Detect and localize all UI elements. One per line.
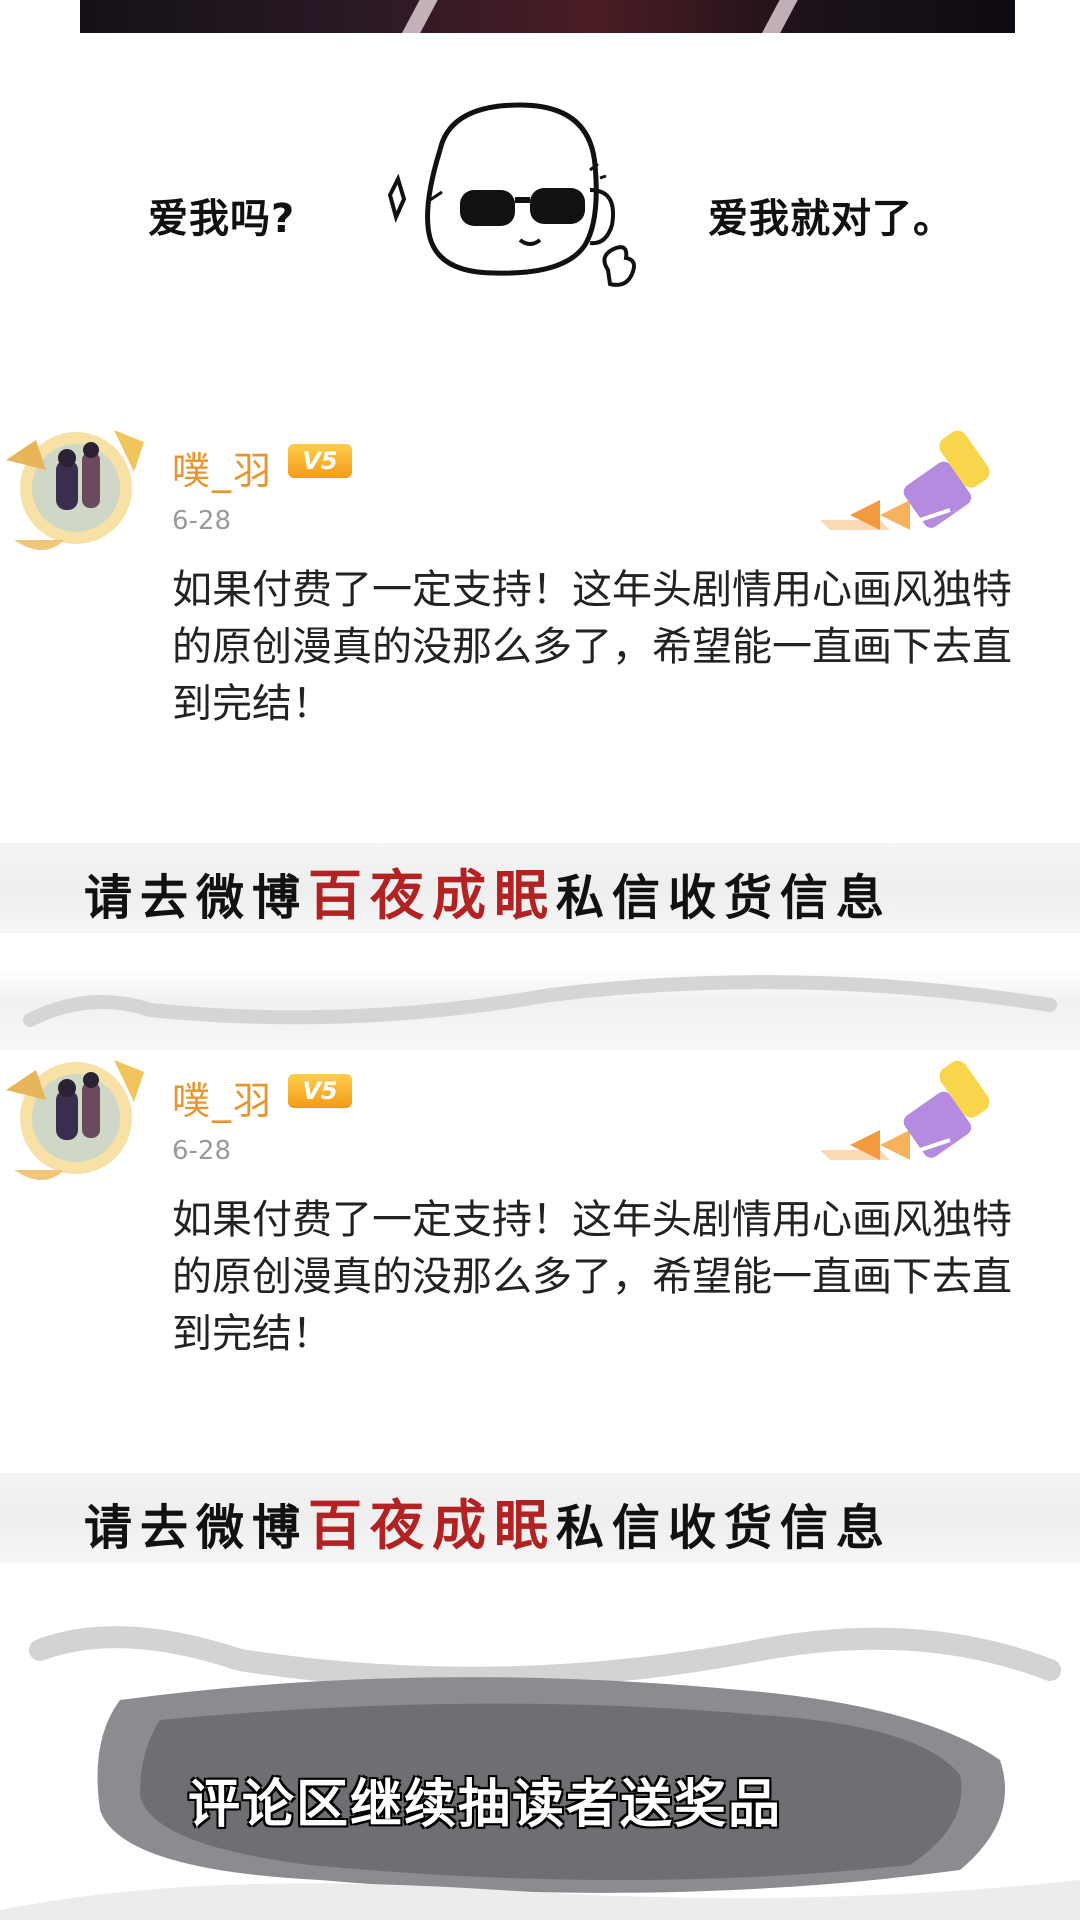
- top-artwork: [80, 0, 1015, 33]
- ink-swirl-icon: [23, 975, 1057, 1027]
- comment-text: 如果付费了一定支持！这年头剧情用心画风独特的原创漫真的没那么多了，希望能一直画下…: [172, 567, 1012, 727]
- banner: 请去微博百夜成眠私信收货信息: [0, 843, 1080, 933]
- paintbrush-icon: [760, 430, 990, 530]
- banner-suffix: 私信收货信息: [556, 1500, 893, 1556]
- banner-suffix: 私信收货信息: [556, 870, 893, 926]
- comment-card: 噗_羽 V5 6-28 如果付费了一定支持！这年头剧情用心画风独特的原创漫真的没…: [0, 420, 1080, 750]
- vip-badge: V5: [288, 444, 352, 478]
- avatar[interactable]: [4, 1050, 154, 1190]
- username[interactable]: 噗_羽: [172, 1070, 273, 1125]
- comment-card: 噗_羽 V5 6-28 如果付费了一定支持！这年头剧情用心画风独特的原创漫真的没…: [0, 1050, 1080, 1380]
- banner-highlight: 百夜成眠: [308, 864, 557, 927]
- banner-prefix: 请去微博: [84, 1500, 309, 1556]
- username[interactable]: 噗_羽: [172, 440, 273, 495]
- ink-brush-divider: [0, 970, 1080, 1050]
- comment-date: 6-28: [172, 506, 232, 536]
- banner-text: 请去微博百夜成眠私信收货信息: [84, 1481, 892, 1560]
- sunglasses-mascot-icon: [387, 102, 636, 287]
- banner-text: 请去微博百夜成眠私信收货信息: [84, 851, 892, 930]
- paintbrush-icon: [760, 1060, 990, 1160]
- banner-prefix: 请去微博: [84, 870, 309, 926]
- mascot-left-text: 爱我吗?: [148, 196, 296, 242]
- mascot-right-text: 爱我就对了。: [708, 196, 954, 242]
- avatar[interactable]: [4, 420, 154, 560]
- banner: 请去微博百夜成眠私信收货信息: [0, 1473, 1080, 1563]
- vip-badge: V5: [288, 1074, 352, 1108]
- comment-date: 6-28: [172, 1136, 232, 1166]
- footer-prize-text: 评论区继续抽读者送奖品: [188, 1775, 783, 1835]
- comment-text: 如果付费了一定支持！这年头剧情用心画风独特的原创漫真的没那么多了，希望能一直画下…: [172, 1197, 1012, 1357]
- mascot-row: 爱我吗? 爱我就对了。: [0, 100, 1080, 310]
- banner-highlight: 百夜成眠: [308, 1494, 557, 1557]
